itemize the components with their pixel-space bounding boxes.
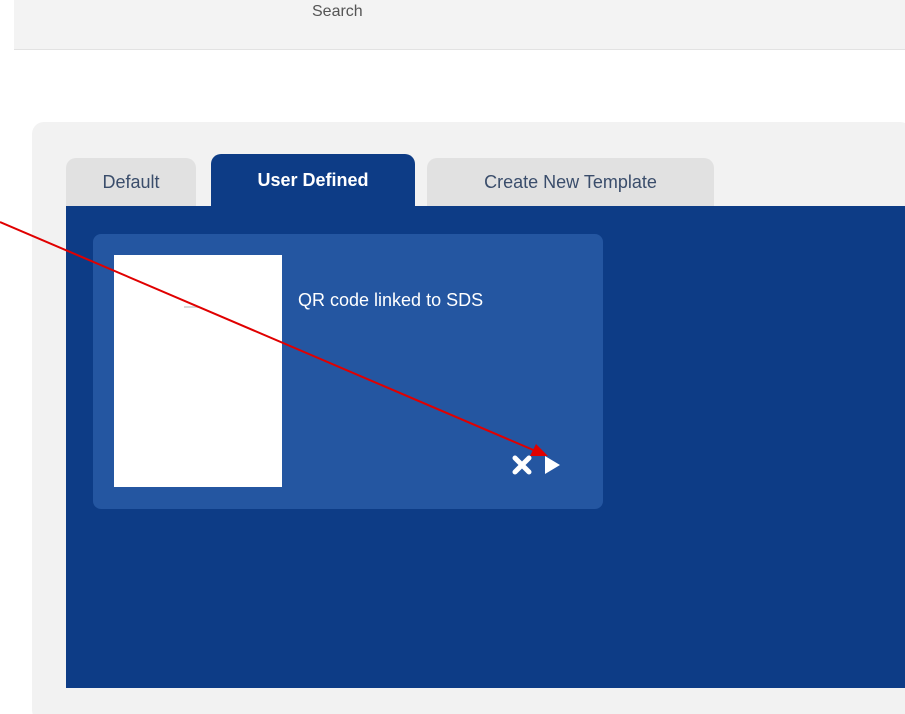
tab-user-defined-label: User Defined — [257, 170, 369, 190]
tab-default-label: Default — [102, 172, 160, 192]
close-icon[interactable] — [511, 454, 533, 476]
play-icon[interactable] — [543, 455, 561, 475]
template-thumbnail[interactable] — [114, 255, 282, 487]
tab-user-defined[interactable]: User Defined — [211, 154, 415, 207]
tab-default[interactable]: Default — [66, 158, 196, 207]
tab-create-new-template[interactable]: Create New Template — [427, 158, 714, 207]
page-root: Search Default User Defined Create New T… — [0, 0, 905, 714]
template-actions — [511, 454, 561, 476]
template-title: QR code linked to SDS — [298, 290, 484, 310]
tab-create-new-template-label: Create New Template — [484, 172, 657, 192]
thumbnail-mark — [184, 306, 198, 308]
search-label: Search — [312, 3, 363, 20]
template-card[interactable]: QR code linked to SDS — [93, 234, 603, 509]
search-bar[interactable]: Search — [14, 0, 905, 50]
